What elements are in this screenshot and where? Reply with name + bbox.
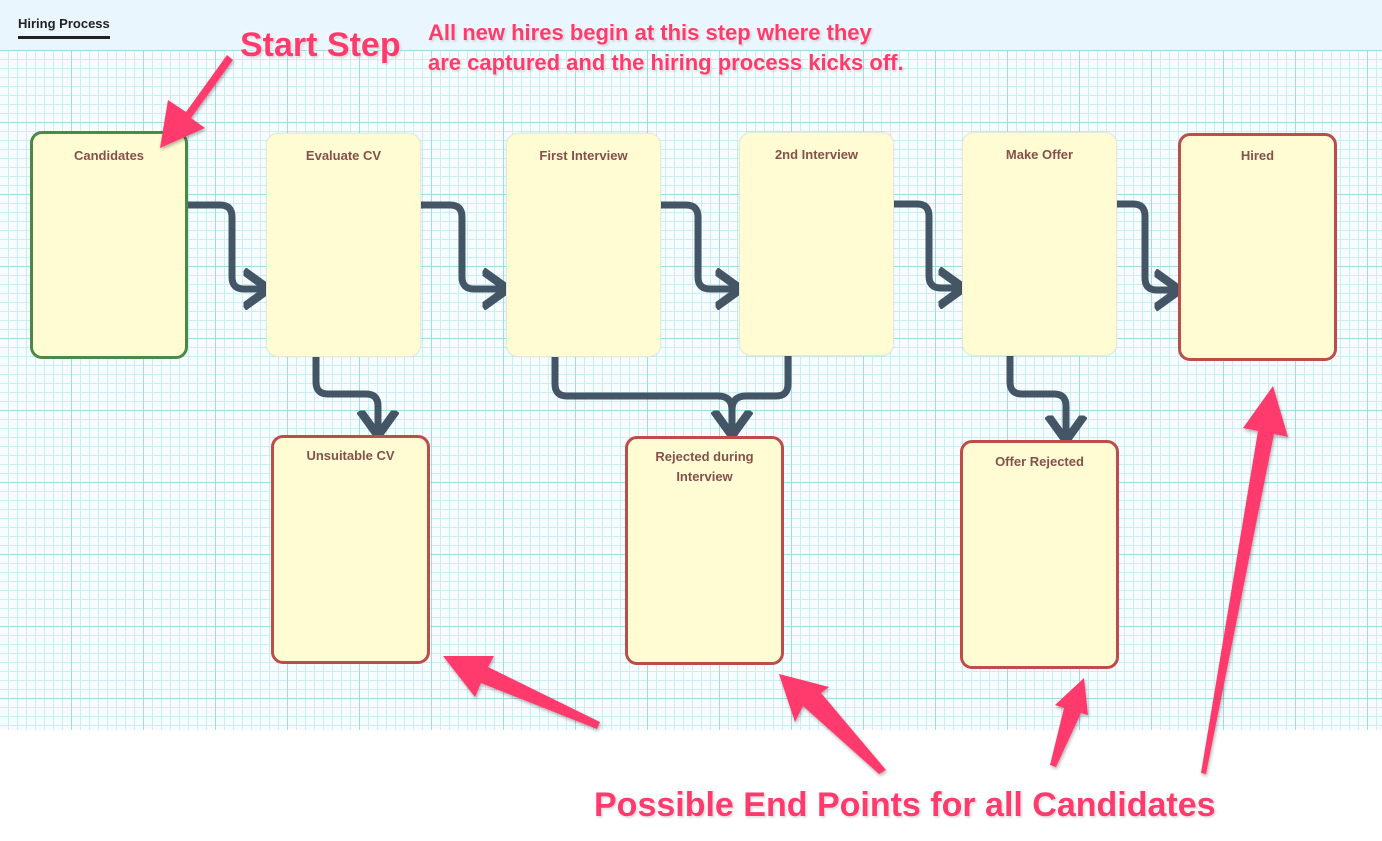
annotation-start-desc-line1: All new hires begin at this step where t… [428,20,872,45]
annotation-start-title: Start Step [240,26,401,64]
annotation-end-points: Possible End Points for all Candidates [594,786,1216,824]
annotation-arrow-hired [1201,386,1288,774]
annotation-arrow-offer-rejected [1050,678,1088,767]
annotation-arrow-rejected [779,674,886,774]
annotation-arrow-start [160,55,233,148]
annotation-start-desc-line2: are captured and the hiring process kick… [428,50,904,75]
annotation-start-desc: All new hires begin at this step where t… [428,18,904,78]
annotation-arrow-unsuitable [443,656,600,729]
annotation-arrows-layer [160,55,1288,774]
